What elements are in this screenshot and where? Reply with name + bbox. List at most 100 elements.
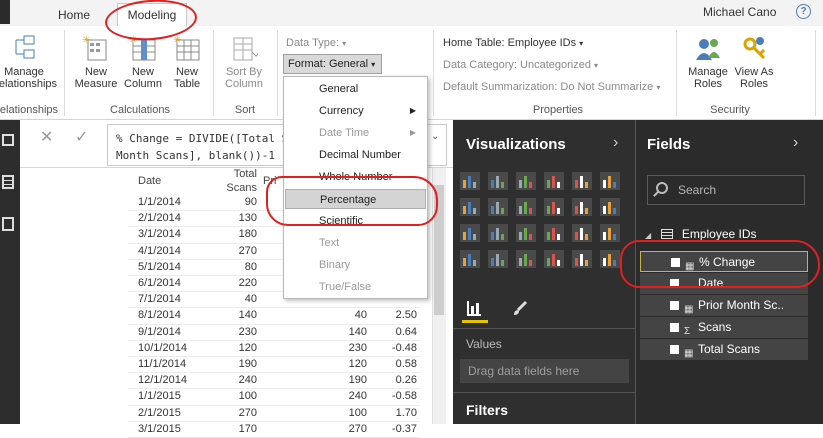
visual-type-icon[interactable] bbox=[572, 250, 592, 268]
data-view-icon[interactable] bbox=[2, 175, 14, 189]
commit-formula-icon[interactable]: ✓ bbox=[75, 127, 88, 147]
checkbox[interactable] bbox=[671, 258, 680, 267]
table-cell: 2/1/2014 bbox=[128, 210, 202, 228]
visualizations-title: Visualizations bbox=[466, 136, 566, 153]
new-column-button[interactable]: ✳ New Column bbox=[121, 34, 165, 90]
visual-type-icon[interactable] bbox=[544, 250, 564, 268]
home-table-dropdown[interactable]: Home Table: Employee IDs ▾ bbox=[443, 37, 583, 49]
menu-item-text: Text bbox=[319, 237, 340, 249]
manage-relationships-button[interactable]: Manage Relationships bbox=[0, 34, 62, 90]
visual-type-icon[interactable] bbox=[572, 224, 592, 242]
data-category-dropdown[interactable]: Data Category: Uncategorized ▾ bbox=[443, 59, 598, 71]
visual-type-icon[interactable] bbox=[544, 224, 564, 242]
table-cell: 140 bbox=[260, 324, 370, 341]
divider bbox=[64, 30, 65, 116]
table-cell: 90 bbox=[202, 195, 260, 212]
chevron-down-icon: ▾ bbox=[594, 61, 599, 70]
table-name: Employee IDs bbox=[681, 227, 757, 241]
menu-item-general[interactable]: General bbox=[285, 79, 426, 99]
format-dropdown[interactable]: Format: General ▾ bbox=[283, 54, 382, 74]
view-as-roles-label-2: Roles bbox=[739, 78, 769, 90]
visual-type-icon[interactable] bbox=[488, 250, 508, 268]
visual-type-icon[interactable] bbox=[488, 172, 508, 190]
view-as-roles-button[interactable]: View As Roles bbox=[731, 34, 777, 90]
field-item[interactable]: ▦% Change bbox=[640, 251, 808, 272]
menu-item-percentage[interactable]: Percentage bbox=[285, 189, 426, 209]
tab-modeling[interactable]: Modeling bbox=[117, 3, 187, 27]
visual-type-icon[interactable] bbox=[544, 172, 564, 190]
field-table-employee-ids[interactable]: ◢ Employee IDs bbox=[645, 227, 757, 241]
expand-formula-icon[interactable]: ⌄ bbox=[431, 131, 439, 142]
group-relationships-label: Relationships bbox=[0, 104, 59, 116]
default-summarization-dropdown[interactable]: Default Summarization: Do Not Summarize … bbox=[443, 81, 660, 93]
table-cell: 140 bbox=[202, 307, 260, 325]
group-properties-label: Properties bbox=[532, 104, 584, 116]
scrollbar-thumb[interactable] bbox=[434, 185, 444, 315]
menu-item-whole-number[interactable]: Whole Number bbox=[285, 167, 426, 187]
manage-label-1: Manage bbox=[4, 66, 44, 78]
new-measure-button[interactable]: ✳ New Measure bbox=[72, 34, 120, 90]
checkbox[interactable] bbox=[670, 323, 679, 332]
menu-item-scientific[interactable]: Scientific bbox=[285, 211, 426, 231]
visual-type-icon[interactable] bbox=[600, 224, 620, 242]
table-cell: 1.70 bbox=[370, 405, 420, 422]
visual-type-icon[interactable] bbox=[572, 172, 592, 190]
new-measure-icon: ✳ bbox=[82, 34, 110, 62]
format-menu: General Currency ▶ Date Time ▶ Decimal Num… bbox=[283, 76, 428, 299]
table-row: 9/1/2014 230 140 0.64 bbox=[128, 324, 420, 341]
visual-type-icon[interactable] bbox=[460, 224, 480, 242]
visual-type-icon[interactable] bbox=[516, 250, 536, 268]
visual-type-icon[interactable] bbox=[460, 250, 480, 268]
table-cell: 2.50 bbox=[370, 307, 420, 325]
values-label: Values bbox=[466, 337, 502, 351]
field-item[interactable]: Date bbox=[640, 273, 808, 294]
app-menu-button[interactable] bbox=[0, 0, 10, 24]
visual-type-icon[interactable] bbox=[600, 250, 620, 268]
values-drop-zone[interactable]: Drag data fields here bbox=[460, 359, 629, 383]
visual-type-icon[interactable] bbox=[544, 198, 564, 216]
table-cell: 12/1/2014 bbox=[128, 372, 202, 390]
table-row: 12/1/2014 240 190 0.26 bbox=[128, 372, 420, 390]
visual-type-icon[interactable] bbox=[600, 172, 620, 190]
visual-type-icon[interactable] bbox=[488, 198, 508, 216]
divider bbox=[635, 120, 636, 424]
tab-home[interactable]: Home bbox=[46, 4, 102, 26]
report-view-icon[interactable] bbox=[2, 134, 14, 146]
menu-item-true-false: True/False bbox=[319, 281, 372, 293]
visual-type-icon[interactable] bbox=[516, 172, 536, 190]
visual-type-icon[interactable] bbox=[460, 198, 480, 216]
visual-type-icon[interactable] bbox=[460, 172, 480, 190]
menu-item-decimal-number[interactable]: Decimal Number bbox=[285, 145, 426, 165]
field-item[interactable]: Σ Scans bbox=[640, 317, 808, 338]
column-header[interactable]: Date bbox=[128, 167, 202, 195]
column-header[interactable]: Total Scans bbox=[202, 167, 260, 195]
visual-type-icon[interactable] bbox=[600, 198, 620, 216]
visual-type-icon[interactable] bbox=[488, 224, 508, 242]
visual-type-icon[interactable] bbox=[572, 198, 592, 216]
collapse-visualizations-icon[interactable]: › bbox=[613, 134, 618, 152]
field-item[interactable]: ▦ Prior Month Sc.. bbox=[640, 295, 808, 316]
checkbox[interactable] bbox=[670, 279, 679, 288]
checkbox[interactable] bbox=[670, 345, 679, 354]
help-icon[interactable]: ? bbox=[796, 4, 811, 19]
menu-item-currency[interactable]: Currency ▶ bbox=[285, 101, 426, 121]
cancel-formula-icon[interactable]: ✕ bbox=[40, 127, 53, 147]
sort-by-column-button[interactable]: Sort By Column bbox=[218, 34, 270, 90]
relationships-view-icon[interactable] bbox=[2, 217, 14, 231]
paintbrush-icon[interactable] bbox=[512, 300, 528, 316]
divider bbox=[277, 30, 278, 116]
chevron-down-icon: ▾ bbox=[342, 39, 347, 48]
field-item[interactable]: ▦ Total Scans bbox=[640, 339, 808, 360]
fields-search-input[interactable]: Search bbox=[647, 175, 805, 205]
checkbox[interactable] bbox=[670, 301, 679, 310]
visual-type-icon[interactable] bbox=[516, 224, 536, 242]
collapse-fields-icon[interactable]: › bbox=[793, 134, 798, 152]
visual-type-icon[interactable] bbox=[516, 198, 536, 216]
chevron-down-icon: ▾ bbox=[579, 39, 584, 48]
new-table-label-2: Table bbox=[173, 78, 201, 90]
manage-roles-button[interactable]: Manage Roles bbox=[684, 34, 732, 90]
new-table-button[interactable]: ✳ New Table bbox=[166, 34, 208, 90]
fields-well-icon[interactable] bbox=[466, 300, 482, 316]
table-row: 10/1/2014 120 230 -0.48 bbox=[128, 340, 420, 358]
data-type-dropdown[interactable]: Data Type: ▾ bbox=[286, 37, 346, 49]
